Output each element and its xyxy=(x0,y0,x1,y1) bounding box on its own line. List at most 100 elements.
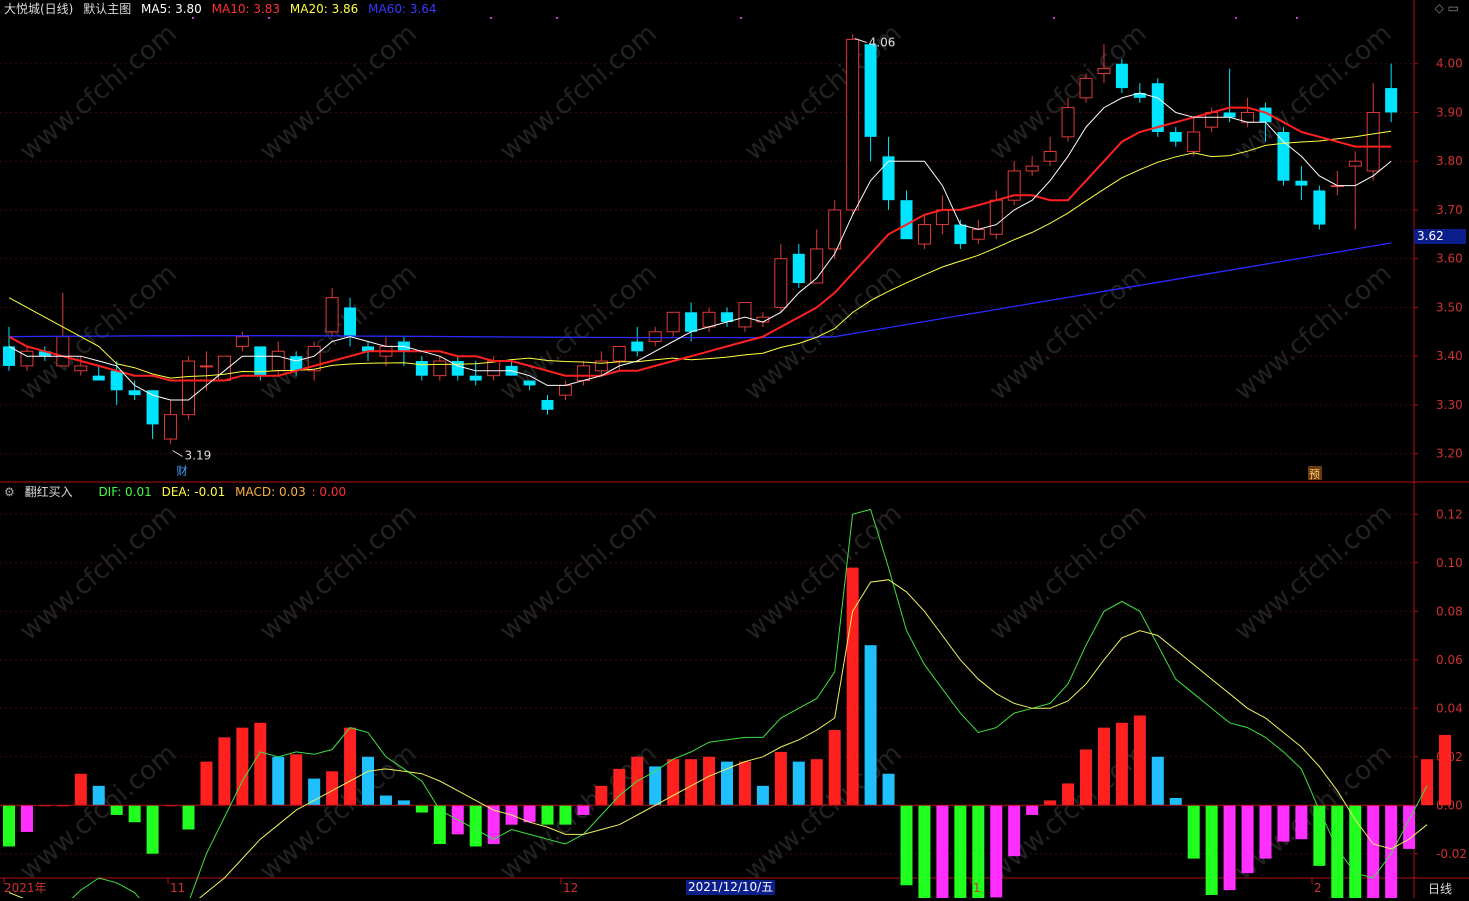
macd-bar xyxy=(344,727,357,806)
macd-bar xyxy=(469,805,482,847)
macd-bar xyxy=(308,778,321,806)
candle-body xyxy=(1277,131,1290,181)
candle-body xyxy=(3,346,15,366)
candle-body xyxy=(864,44,877,137)
macd-bar xyxy=(541,805,554,825)
candle xyxy=(558,380,572,401)
x-tick-label: 2021年 xyxy=(4,881,47,895)
candle xyxy=(1169,127,1182,147)
main-y-tick-label: 4.00 xyxy=(1436,57,1463,71)
candle xyxy=(217,355,231,382)
macd-bar xyxy=(828,730,841,806)
stock-chart-window[interactable]: 4.00 3.90 3.80 3.70 3.60 3.50 3.40 3.30 3.20 0.12… xyxy=(0,0,1469,901)
macd-y-tick-label: 0.08 xyxy=(1436,604,1463,618)
period-selector[interactable]: 日线 xyxy=(1428,880,1452,897)
candle-body xyxy=(235,336,249,347)
diamond-icon[interactable]: ◇ xyxy=(1435,1,1444,15)
macd-indicator-name[interactable]: 翻红买入 xyxy=(25,485,73,499)
main-y-tick-label: 3.90 xyxy=(1436,105,1463,119)
forecast-marker: 预 xyxy=(1309,468,1320,481)
candle xyxy=(989,190,1003,240)
candle-body xyxy=(954,224,967,245)
macd-bar xyxy=(1133,715,1146,806)
candle-body xyxy=(1205,111,1219,128)
chart-canvas[interactable]: 4.00 3.90 3.80 3.70 3.60 3.50 3.40 3.30 3.20 0.12… xyxy=(0,0,1469,901)
macd-bar xyxy=(1421,759,1434,806)
macd-bar xyxy=(792,761,805,806)
macd-bar xyxy=(397,800,410,806)
candle xyxy=(631,326,644,357)
x-tick-label: 1 xyxy=(973,881,981,895)
macd-bar xyxy=(685,759,698,806)
candle-body xyxy=(828,209,842,250)
candle xyxy=(1366,83,1380,181)
macd-bar xyxy=(774,751,787,806)
candle xyxy=(92,365,105,381)
signal-dot xyxy=(556,17,558,19)
candle xyxy=(882,136,895,210)
finance-marker: 财 xyxy=(177,464,188,478)
candle-body xyxy=(1151,83,1164,132)
macd-bar xyxy=(1026,805,1039,815)
macd-bar xyxy=(595,785,608,806)
ma20-label: MA20: 3.86 xyxy=(289,2,359,16)
candle-body xyxy=(217,355,231,382)
macd-bar xyxy=(649,766,662,806)
watermark-text: www.cfchi.com xyxy=(254,19,423,167)
x-tick-label: 11 xyxy=(170,881,185,895)
indicator-name[interactable]: 默认主图 xyxy=(83,2,131,16)
macd-bar xyxy=(1097,727,1110,806)
signal-dot xyxy=(740,17,742,19)
candle xyxy=(846,34,860,215)
candle xyxy=(20,346,34,371)
candle-body xyxy=(935,209,949,226)
candle xyxy=(128,380,141,401)
macd-bar xyxy=(1151,756,1164,806)
watermark-text: www.cfchi.com xyxy=(984,19,1153,167)
candle xyxy=(1115,58,1128,93)
macd-bar xyxy=(362,756,374,806)
macd-bar xyxy=(810,759,823,806)
macd-bar xyxy=(1295,805,1308,840)
watermark-text: www.cfchi.com xyxy=(14,259,183,407)
candle-body xyxy=(900,200,913,240)
macd-bar xyxy=(1169,797,1182,806)
candle xyxy=(1043,136,1057,167)
candle-body xyxy=(917,224,931,245)
watermark-text: www.cfchi.com xyxy=(254,499,423,647)
ma10-line xyxy=(8,106,1392,382)
signal-dot xyxy=(192,17,194,19)
candle-body xyxy=(1169,131,1182,142)
signal-dot xyxy=(490,17,492,19)
macd-bar xyxy=(272,756,285,806)
candle xyxy=(828,200,842,259)
candle xyxy=(917,214,931,249)
candle xyxy=(451,356,464,381)
macd-bar xyxy=(1439,734,1451,806)
window-controls[interactable]: ◇ ▭ xyxy=(1435,1,1459,15)
candle-body xyxy=(882,156,895,201)
macd-bar xyxy=(433,805,446,845)
candle-body xyxy=(1061,107,1075,138)
candle-body xyxy=(1097,68,1111,74)
signal-dot xyxy=(268,17,270,19)
candle-body xyxy=(92,375,105,381)
candle-body xyxy=(792,253,805,284)
macd-bar xyxy=(1115,722,1128,806)
candle xyxy=(1295,166,1308,201)
stock-title[interactable]: 大悦城(日线) xyxy=(4,2,73,16)
candle-body xyxy=(631,341,644,352)
settings-icon[interactable]: ⚙ xyxy=(4,485,15,499)
macd-bar xyxy=(1259,805,1272,859)
macd-y-tick-label: 0.04 xyxy=(1436,701,1463,715)
main-y-tick-label: 3.20 xyxy=(1436,447,1463,461)
selected-date-tag[interactable]: 2021/12/10/五 xyxy=(686,880,776,895)
ma60-label: MA60: 3.64 xyxy=(368,2,437,16)
candle xyxy=(415,356,428,381)
candle xyxy=(505,361,518,376)
macd-bar xyxy=(882,773,895,806)
candle-body xyxy=(1366,111,1380,172)
macd-bar xyxy=(92,785,105,806)
macd-bar xyxy=(954,805,967,901)
window-icon[interactable]: ▭ xyxy=(1448,1,1459,15)
